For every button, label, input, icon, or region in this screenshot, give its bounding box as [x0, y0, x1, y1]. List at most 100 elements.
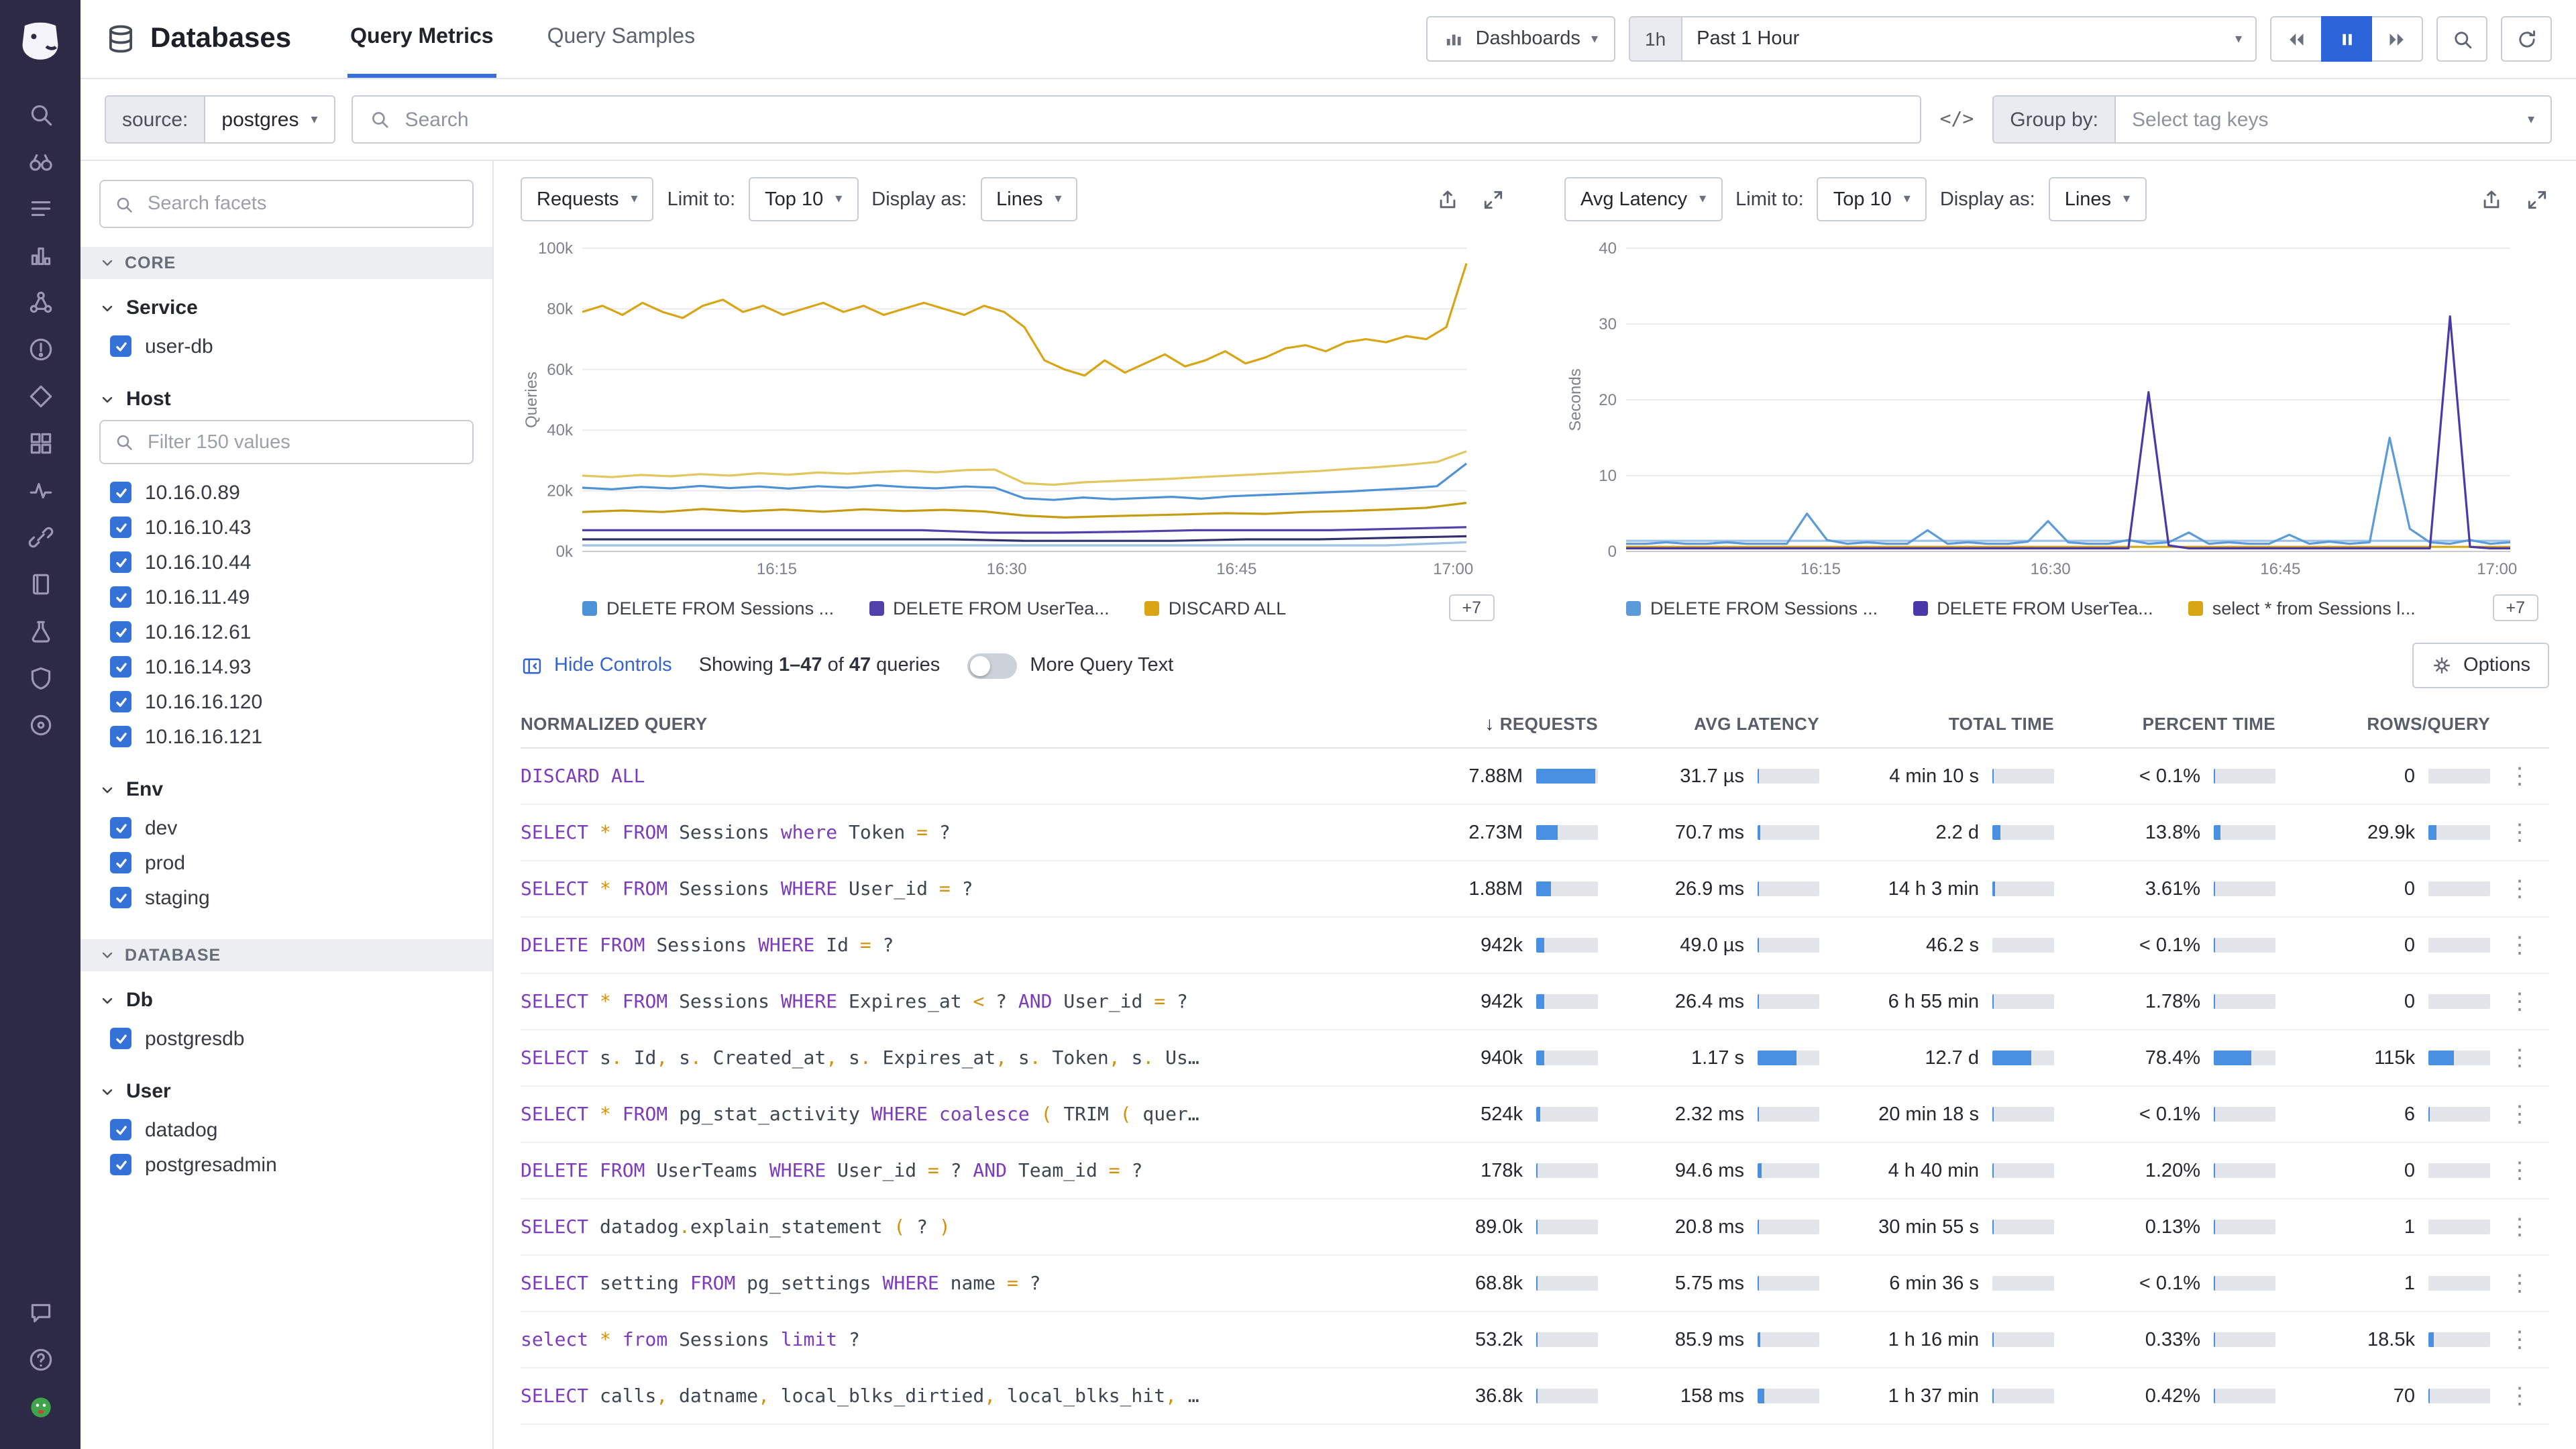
tab-query-metrics[interactable]: Query Metrics [347, 0, 496, 78]
query-cell[interactable]: DISCARD ALL [521, 765, 1370, 787]
monitors-icon[interactable] [13, 467, 67, 514]
checkbox-checked-icon[interactable] [110, 852, 131, 873]
search-icon[interactable] [13, 91, 67, 138]
column-header-rows-query[interactable]: ROWS/QUERY [2275, 713, 2490, 733]
row-menu-button[interactable]: ⋮ [2490, 1326, 2549, 1353]
help-icon[interactable] [13, 1336, 67, 1383]
facet-item-10.16.16.120[interactable]: 10.16.16.120 [99, 684, 474, 719]
legend-item[interactable]: DELETE FROM Sessions ... [582, 598, 834, 618]
query-cell[interactable]: SELECT * FROM Sessions where Token = ? [521, 822, 1370, 843]
events-icon[interactable] [13, 185, 67, 232]
more-query-text-toggle[interactable] [967, 653, 1016, 678]
row-menu-button[interactable]: ⋮ [2490, 1214, 2549, 1240]
query-cell[interactable]: DELETE FROM UserTeams WHERE User_id = ? … [521, 1160, 1370, 1181]
table-row[interactable]: SELECT * FROM Sessions WHERE Expires_at … [521, 974, 2549, 1030]
checkbox-checked-icon[interactable] [110, 586, 131, 608]
table-row[interactable]: DELETE FROM Sessions WHERE Id = ?942k49.… [521, 918, 2549, 974]
facet-item-datadog[interactable]: datadog [99, 1112, 474, 1147]
legend-more-badge[interactable]: +7 [1448, 594, 1495, 621]
rewind-button[interactable] [2270, 16, 2321, 62]
export-icon[interactable] [1436, 187, 1460, 211]
facet-item-10.16.11.49[interactable]: 10.16.11.49 [99, 580, 474, 614]
facet-item-postgresdb[interactable]: postgresdb [99, 1021, 474, 1056]
limit-select[interactable]: Top 10▾ [1817, 177, 1927, 221]
query-cell[interactable]: SELECT * FROM Sessions WHERE Expires_at … [521, 991, 1370, 1012]
facet-item-staging[interactable]: staging [99, 880, 474, 915]
row-menu-button[interactable]: ⋮ [2490, 875, 2549, 902]
watchdog-icon[interactable] [13, 138, 67, 185]
table-row[interactable]: select * from Sessions limit ?53.2k85.9 … [521, 1312, 2549, 1368]
facet-item-prod[interactable]: prod [99, 845, 474, 880]
facet-item-10.16.14.93[interactable]: 10.16.14.93 [99, 649, 474, 684]
tab-query-samples[interactable]: Query Samples [545, 0, 698, 78]
source-select[interactable]: postgres ▾ [205, 97, 333, 142]
row-menu-button[interactable]: ⋮ [2490, 1270, 2549, 1297]
expand-icon[interactable] [2525, 187, 2549, 211]
display-select[interactable]: Lines▾ [980, 177, 1077, 221]
checkbox-checked-icon[interactable] [110, 482, 131, 503]
export-icon[interactable] [2479, 187, 2504, 211]
limit-select[interactable]: Top 10▾ [749, 177, 858, 221]
checkbox-checked-icon[interactable] [110, 1028, 131, 1049]
legend-item[interactable]: DISCARD ALL [1144, 598, 1287, 618]
query-cell[interactable]: SELECT s. Id, s. Created_at, s. Expires_… [521, 1047, 1370, 1069]
refresh-button[interactable] [2501, 16, 2552, 62]
column-header-requests[interactable]: ↓REQUESTS [1370, 712, 1598, 734]
integrations-icon[interactable] [13, 514, 67, 561]
infrastructure-icon[interactable] [13, 420, 67, 467]
row-menu-button[interactable]: ⋮ [2490, 1383, 2549, 1409]
notebooks-icon[interactable] [13, 561, 67, 608]
facet-item-10.16.16.121[interactable]: 10.16.16.121 [99, 719, 474, 754]
code-view-button[interactable]: </> [1937, 109, 1977, 130]
column-header-avg-latency[interactable]: AVG LATENCY [1598, 713, 1819, 733]
table-row[interactable]: SELECT * FROM Sessions where Token = ?2.… [521, 805, 2549, 861]
query-cell[interactable]: SELECT calls, datname, local_blks_dirtie… [521, 1385, 1370, 1407]
checkbox-checked-icon[interactable] [110, 887, 131, 908]
checkbox-checked-icon[interactable] [110, 621, 131, 643]
incidents-icon[interactable] [13, 326, 67, 373]
legend-item[interactable]: DELETE FROM UserTea... [869, 598, 1110, 618]
facet-group-header[interactable]: Env [99, 778, 474, 801]
row-menu-button[interactable]: ⋮ [2490, 1044, 2549, 1071]
hide-controls-button[interactable]: Hide Controls [521, 654, 672, 677]
metric-select[interactable]: Requests▾ [521, 177, 654, 221]
time-range-picker[interactable]: 1h Past 1 Hour ▾ [1629, 16, 2257, 62]
search-input[interactable] [402, 107, 1904, 132]
query-cell[interactable]: select * from Sessions limit ? [521, 1329, 1370, 1350]
facet-group-header[interactable]: Host [99, 388, 474, 411]
group-by-select[interactable]: Select tag keys ▾ [2116, 97, 2551, 142]
search-button[interactable] [2436, 16, 2487, 62]
metrics-icon[interactable] [13, 232, 67, 279]
facet-item-dev[interactable]: dev [99, 810, 474, 845]
facet-item-user-db[interactable]: user-db [99, 329, 474, 364]
query-cell[interactable]: SELECT * FROM pg_stat_activity WHERE coa… [521, 1104, 1370, 1125]
row-menu-button[interactable]: ⋮ [2490, 763, 2549, 790]
checkbox-checked-icon[interactable] [110, 656, 131, 678]
bits-mascot-icon[interactable] [13, 1383, 67, 1430]
security-icon[interactable] [13, 655, 67, 702]
row-menu-button[interactable]: ⋮ [2490, 932, 2549, 959]
facet-item-10.16.12.61[interactable]: 10.16.12.61 [99, 614, 474, 649]
row-menu-button[interactable]: ⋮ [2490, 819, 2549, 846]
legend-item[interactable]: select * from Sessions l... [2188, 598, 2416, 618]
apm-icon[interactable] [13, 702, 67, 749]
checkbox-checked-icon[interactable] [110, 517, 131, 538]
query-cell[interactable]: DELETE FROM Sessions WHERE Id = ? [521, 934, 1370, 956]
facet-item-postgresadmin[interactable]: postgresadmin [99, 1147, 474, 1182]
facet-band-database[interactable]: DATABASE [80, 939, 492, 971]
datadog-logo-icon[interactable] [13, 13, 67, 67]
table-row[interactable]: SELECT calls, datname, local_blks_dirtie… [521, 1368, 2549, 1425]
options-button[interactable]: Options [2412, 643, 2549, 688]
service-map-icon[interactable] [13, 279, 67, 326]
column-header-total-time[interactable]: TOTAL TIME [1819, 713, 2054, 733]
table-row[interactable]: DISCARD ALL7.88M31.7 µs4 min 10 s< 0.1%0… [521, 749, 2549, 805]
checkbox-checked-icon[interactable] [110, 817, 131, 839]
legend-item[interactable]: DELETE FROM Sessions ... [1626, 598, 1878, 618]
column-header-percent-time[interactable]: PERCENT TIME [2054, 713, 2275, 733]
ci-icon[interactable] [13, 608, 67, 655]
checkbox-checked-icon[interactable] [110, 1154, 131, 1175]
facet-item-10.16.10.44[interactable]: 10.16.10.44 [99, 545, 474, 580]
table-row[interactable]: SELECT * FROM Sessions WHERE User_id = ?… [521, 861, 2549, 918]
table-row[interactable]: SELECT setting FROM pg_settings WHERE na… [521, 1256, 2549, 1312]
row-menu-button[interactable]: ⋮ [2490, 1101, 2549, 1128]
